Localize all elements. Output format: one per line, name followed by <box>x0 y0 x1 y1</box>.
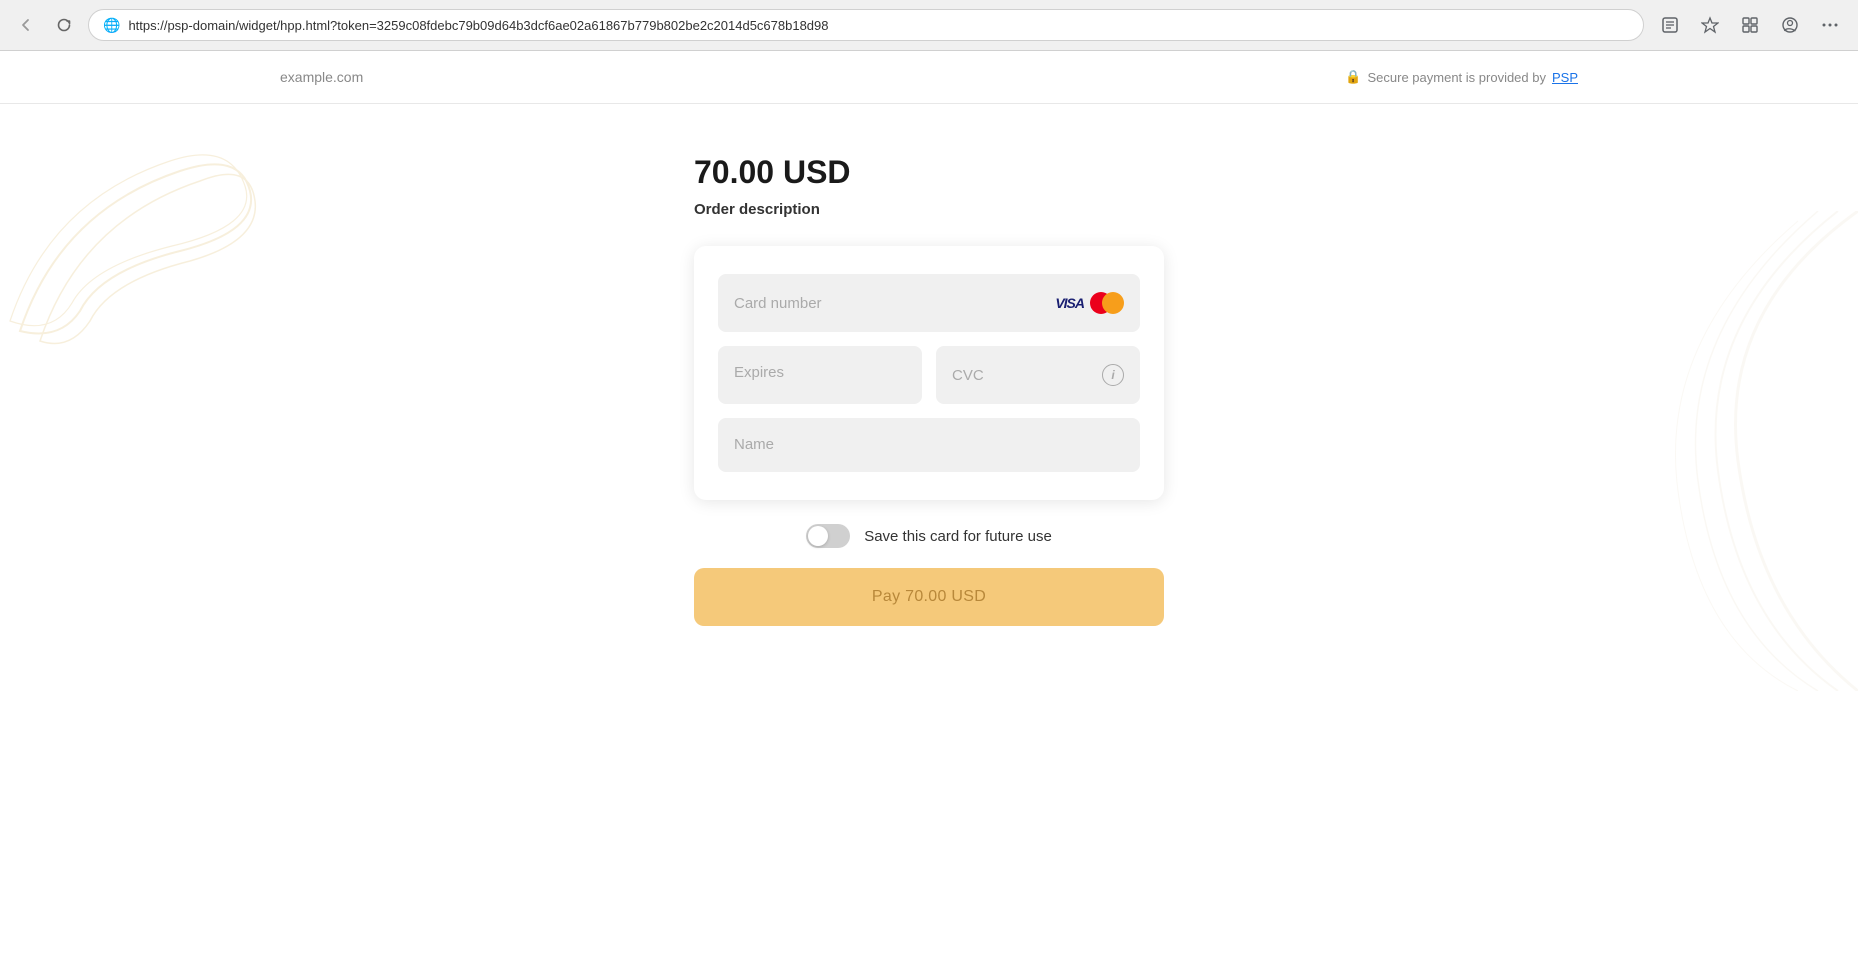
url-text: https://psp-domain/widget/hpp.html?token… <box>128 18 1629 33</box>
name-field[interactable]: Name <box>718 418 1140 472</box>
secure-text: Secure payment is provided by <box>1368 70 1546 85</box>
globe-icon: 🌐 <box>103 17 120 34</box>
more-button[interactable] <box>1814 9 1846 41</box>
cvc-info-icon[interactable]: i <box>1102 364 1124 386</box>
visa-icon: VISA <box>1055 295 1084 311</box>
lock-icon: 🔒 <box>1345 69 1361 85</box>
address-bar[interactable]: 🌐 https://psp-domain/widget/hpp.html?tok… <box>88 9 1644 41</box>
favorites-button[interactable] <box>1694 9 1726 41</box>
merchant-name: example.com <box>280 69 363 85</box>
psp-link[interactable]: PSP <box>1552 70 1578 85</box>
page-header: example.com 🔒 Secure payment is provided… <box>0 51 1858 104</box>
card-form: Card number VISA Expires CVC i <box>694 246 1164 500</box>
amount-display: 70.00 USD <box>694 154 851 191</box>
card-number-placeholder: Card number <box>734 295 822 312</box>
browser-actions <box>1654 9 1846 41</box>
save-card-label: Save this card for future use <box>864 528 1052 545</box>
refresh-button[interactable] <box>50 11 78 39</box>
expiry-field[interactable]: Expires <box>718 346 922 404</box>
card-number-field[interactable]: Card number VISA <box>718 274 1140 332</box>
toggle-knob <box>808 526 828 546</box>
mastercard-icon <box>1090 292 1124 314</box>
save-card-toggle[interactable] <box>806 524 850 548</box>
collections-button[interactable] <box>1734 9 1766 41</box>
page-wrapper: example.com 🔒 Secure payment is provided… <box>0 51 1858 958</box>
name-placeholder: Name <box>734 436 774 453</box>
payment-content: 70.00 USD Order description Card number … <box>0 104 1858 666</box>
profile-button[interactable] <box>1774 9 1806 41</box>
save-card-row: Save this card for future use <box>806 524 1052 548</box>
browser-chrome: 🌐 https://psp-domain/widget/hpp.html?tok… <box>0 0 1858 51</box>
card-icons: VISA <box>1055 292 1124 314</box>
expiry-placeholder: Expires <box>734 364 784 381</box>
order-description: Order description <box>694 201 820 218</box>
pay-button[interactable]: Pay 70.00 USD <box>694 568 1164 626</box>
reading-list-button[interactable] <box>1654 9 1686 41</box>
back-button[interactable] <box>12 11 40 39</box>
cvc-placeholder: CVC <box>952 367 984 384</box>
browser-toolbar: 🌐 https://psp-domain/widget/hpp.html?tok… <box>0 0 1858 50</box>
expiry-cvc-row: Expires CVC i <box>718 346 1140 404</box>
secure-payment-info: 🔒 Secure payment is provided by PSP <box>1345 69 1578 85</box>
cvc-field[interactable]: CVC i <box>936 346 1140 404</box>
